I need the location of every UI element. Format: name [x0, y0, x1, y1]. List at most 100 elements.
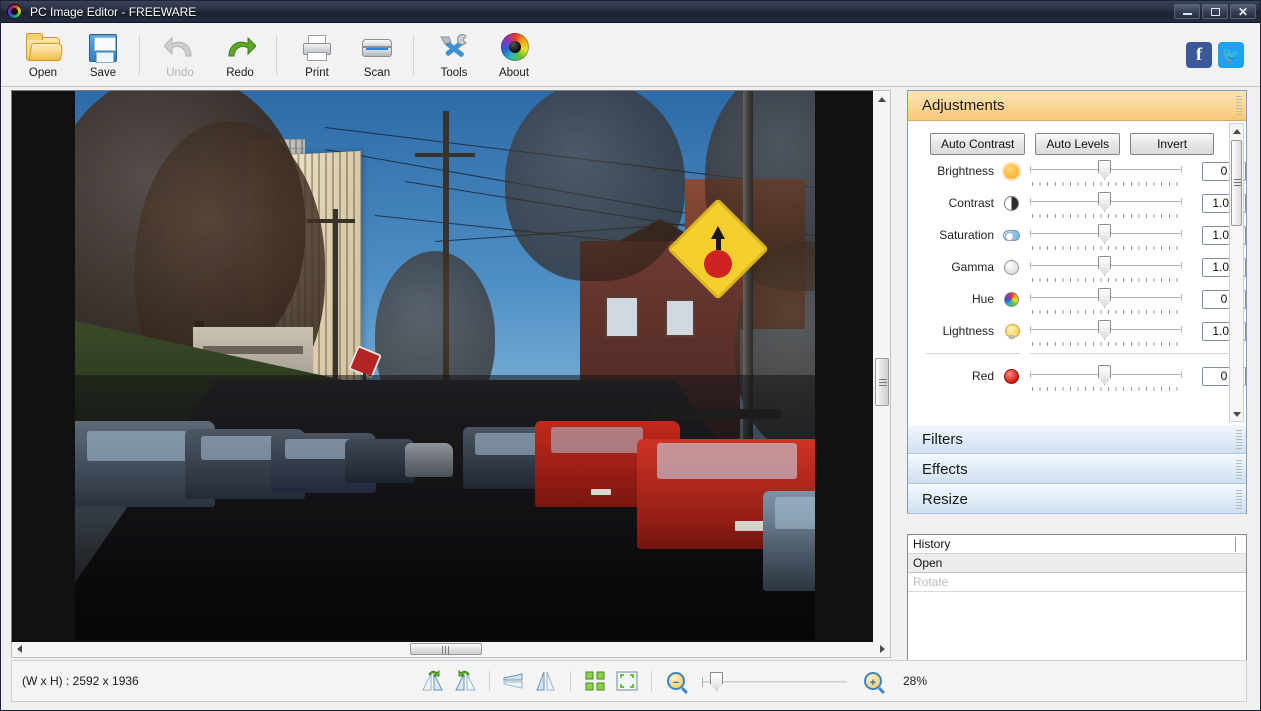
save-button-label: Save — [89, 66, 117, 79]
scroll-up-button[interactable] — [873, 91, 891, 108]
panel-scroll-down-button[interactable] — [1230, 407, 1243, 421]
slider-label-brightness: Brightness — [937, 164, 994, 178]
section-header-adjustments[interactable]: Adjustments — [908, 91, 1246, 121]
auto-contrast-button[interactable]: Auto Contrast — [930, 133, 1026, 155]
section-header-resize[interactable]: Resize — [908, 484, 1246, 514]
slider-thumb-brightness[interactable] — [1098, 160, 1111, 180]
slider-track-saturation[interactable] — [1030, 222, 1182, 250]
slider-thumb-hue[interactable] — [1098, 288, 1111, 308]
horizontal-scroll-thumb[interactable] — [410, 643, 482, 655]
history-item-rotate[interactable]: Rotate — [908, 573, 1246, 592]
vertical-scroll-thumb[interactable] — [875, 358, 889, 406]
auto-levels-button[interactable]: Auto Levels — [1035, 133, 1121, 155]
image-canvas[interactable] — [11, 90, 891, 656]
scan-button[interactable]: Scan — [349, 26, 405, 84]
canvas-vertical-scrollbar[interactable] — [873, 90, 891, 656]
slider-thumb-lightness[interactable] — [1098, 320, 1111, 340]
photo-car — [405, 443, 453, 477]
section-grip-icon — [1236, 460, 1242, 480]
toolbar-divider — [276, 34, 277, 75]
app-logo-icon — [7, 4, 22, 19]
slider-thumb-contrast[interactable] — [1098, 192, 1111, 212]
about-button-label: About — [498, 66, 530, 79]
bulb-icon — [1000, 323, 1022, 339]
zoom-in-icon[interactable]: + — [860, 668, 886, 694]
section-header-filters[interactable]: Filters — [908, 424, 1246, 454]
adjustments-body: Auto Contrast Auto Levels Invert Brightn… — [908, 121, 1246, 424]
slider-track-red[interactable] — [1030, 363, 1182, 391]
slider-row-red: Red 0 — [908, 360, 1246, 392]
section-grip-icon — [1236, 96, 1242, 116]
zoom-out-icon[interactable]: − — [663, 668, 689, 694]
slider-track-lightness[interactable] — [1030, 318, 1182, 346]
canvas-background — [12, 91, 876, 640]
window-title: PC Image Editor - FREEWARE — [30, 4, 197, 19]
saturation-icon — [1000, 229, 1022, 241]
open-button[interactable]: Open — [15, 26, 71, 84]
canvas-horizontal-scrollbar[interactable] — [11, 642, 891, 658]
status-tools: − + 28% — [417, 668, 927, 694]
status-divider — [489, 671, 490, 691]
slider-label-saturation: Saturation — [939, 228, 994, 242]
slider-thumb-red[interactable] — [1098, 365, 1111, 385]
save-button[interactable]: Save — [75, 26, 131, 84]
rotate-left-icon[interactable] — [420, 668, 446, 694]
crop-icon[interactable] — [582, 668, 608, 694]
slider-thumb-gamma[interactable] — [1098, 256, 1111, 276]
flip-vertical-icon[interactable] — [501, 668, 527, 694]
minimize-button[interactable] — [1174, 4, 1200, 19]
panel-vertical-scrollbar[interactable] — [1229, 123, 1244, 422]
twitter-icon[interactable]: 🐦 — [1218, 41, 1244, 68]
red-channel-icon — [1000, 368, 1022, 384]
zoom-slider[interactable] — [702, 671, 847, 691]
scroll-left-button[interactable] — [12, 642, 27, 656]
about-button[interactable]: About — [486, 26, 542, 84]
photo-roof-rack — [651, 409, 781, 419]
redo-button-label: Redo — [226, 66, 254, 79]
scroll-right-button[interactable] — [875, 642, 890, 656]
undo-button[interactable]: Undo — [152, 26, 208, 84]
photo-sign-arrow-stem — [715, 238, 721, 250]
slider-label-hue: Hue — [971, 292, 994, 306]
flip-horizontal-icon[interactable] — [533, 668, 559, 694]
close-button[interactable]: ✕ — [1230, 4, 1256, 19]
photo-car-window — [657, 443, 797, 479]
section-header-effects[interactable]: Effects — [908, 454, 1246, 484]
scan-button-label: Scan — [363, 66, 391, 79]
photo-car-window — [551, 427, 643, 453]
panel-scroll-up-button[interactable] — [1230, 124, 1243, 138]
history-caret — [1235, 537, 1236, 552]
slider-track-brightness[interactable] — [1030, 158, 1182, 186]
photo-window — [605, 296, 639, 338]
slider-track-contrast[interactable] — [1030, 190, 1182, 218]
slider-thumb-saturation[interactable] — [1098, 224, 1111, 244]
photo-window — [665, 299, 695, 337]
color-wheel-icon — [495, 30, 533, 64]
zoom-slider-thumb[interactable] — [710, 672, 723, 691]
slider-label-gamma: Gamma — [951, 260, 994, 274]
section-title-filters: Filters — [922, 430, 963, 448]
zoom-percent-label: 28% — [903, 674, 928, 688]
history-item-open[interactable]: Open — [908, 554, 1246, 573]
fit-to-screen-icon[interactable] — [614, 668, 640, 694]
social-links: f 🐦 — [1180, 41, 1244, 68]
toolbar-divider — [413, 34, 414, 75]
panel-scroll-thumb[interactable] — [1231, 140, 1242, 226]
floppy-disk-icon — [84, 30, 122, 64]
section-grip-icon — [1236, 430, 1242, 450]
facebook-icon[interactable]: f — [1186, 41, 1212, 68]
section-grip-icon — [1236, 490, 1242, 510]
redo-button[interactable]: Redo — [212, 26, 268, 84]
photo-car-window — [87, 431, 187, 461]
section-title-resize: Resize — [922, 490, 968, 508]
print-button-label: Print — [305, 66, 329, 79]
vertical-scroll-track[interactable] — [873, 108, 890, 638]
slider-track-hue[interactable] — [1030, 286, 1182, 314]
print-button[interactable]: Print — [289, 26, 345, 84]
rotate-right-icon[interactable] — [452, 668, 478, 694]
slider-track-gamma[interactable] — [1030, 254, 1182, 282]
maximize-button[interactable] — [1202, 4, 1228, 19]
sun-icon — [1000, 163, 1022, 179]
tools-button[interactable]: Tools — [426, 26, 482, 84]
invert-button[interactable]: Invert — [1130, 133, 1215, 155]
